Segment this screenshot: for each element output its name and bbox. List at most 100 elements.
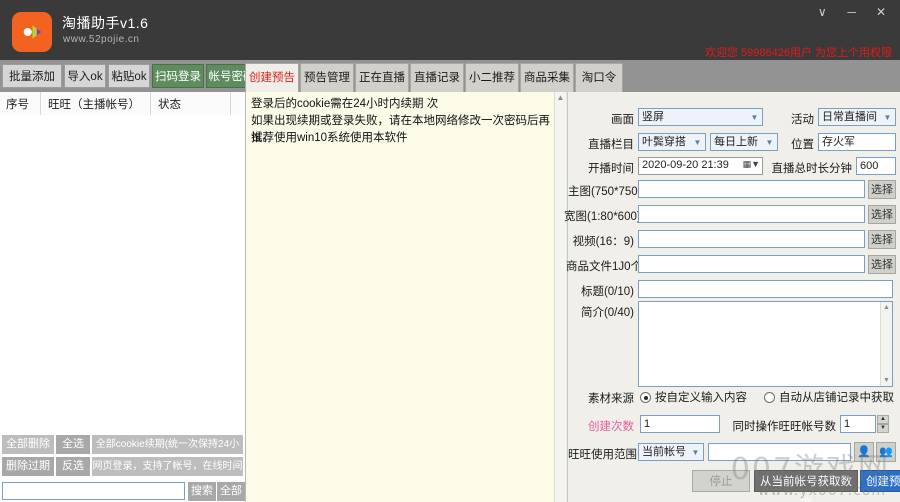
column-index: 序号 bbox=[6, 99, 29, 111]
accounts-table-body[interactable] bbox=[0, 115, 245, 435]
show-all-button[interactable]: 全部 bbox=[217, 482, 245, 501]
radio-unselected-icon bbox=[764, 392, 775, 403]
welcome-notice: 欢迎您 59986426用户 为您上个用权限 bbox=[704, 47, 892, 59]
tab-xiaoer-recommend[interactable]: 小二推荐 bbox=[465, 63, 519, 92]
info-line-3: 推荐使用win10系统使用本软件 bbox=[251, 132, 408, 144]
video-input[interactable] bbox=[638, 230, 865, 248]
create-count-input[interactable]: 1 bbox=[640, 415, 720, 433]
stepper-up-icon[interactable]: ▲ bbox=[877, 415, 889, 424]
duration-input[interactable]: 600 bbox=[856, 157, 896, 175]
video-choose-button[interactable]: 选择 bbox=[868, 230, 896, 249]
goods-file-choose-button[interactable]: 选择 bbox=[868, 255, 896, 274]
start-time-picker[interactable]: 2020-09-20 21:39 ▦▼ bbox=[638, 157, 763, 175]
create-preview-button[interactable]: 创建预告 bbox=[860, 470, 900, 492]
category-value: 叶鬓穿搭 bbox=[642, 136, 686, 148]
radio-selected-icon bbox=[640, 392, 651, 403]
info-panel: 登录后的cookie需在24小时内续期 次 如果出现续期或登录失败，请在本地网络… bbox=[246, 92, 566, 502]
intro-textarea[interactable]: ▲ ▼ bbox=[638, 301, 893, 387]
concurrent-input[interactable]: 1 bbox=[840, 415, 876, 433]
scroll-down-icon[interactable]: ▼ bbox=[881, 375, 892, 386]
tab-preview-manage[interactable]: 预告管理 bbox=[300, 63, 354, 92]
batch-add-button[interactable]: 批量添加ok bbox=[2, 64, 62, 107]
category-label: 直播栏目 bbox=[588, 139, 634, 151]
search-input[interactable] bbox=[2, 482, 185, 500]
activity-value: 日常直播间 bbox=[822, 111, 877, 123]
source-option-custom-label: 按自定义输入内容 bbox=[655, 392, 747, 404]
close-icon[interactable]: ✕ bbox=[868, 2, 894, 22]
concurrent-stepper[interactable]: ▲ ▼ bbox=[877, 415, 889, 433]
screen-label: 画面 bbox=[611, 114, 634, 126]
goods-file-input[interactable] bbox=[638, 255, 865, 273]
toolbar: 批量添加ok 导入ok 粘贴ok 扫码登录 帐号密码登录 创建预告 预告管理 正… bbox=[0, 60, 900, 107]
stop-button[interactable]: 停止 bbox=[692, 470, 750, 492]
category-select-secondary[interactable]: 每日上新 ▼ bbox=[710, 133, 778, 151]
accounts-table-header: 序号 旺旺（主播帐号） 状态 bbox=[0, 92, 245, 116]
screen-select[interactable]: 竖屏 ▼ bbox=[638, 108, 763, 126]
main-image-choose-button[interactable]: 选择 bbox=[868, 180, 896, 199]
ww-scope-label: 旺旺使用范围 bbox=[568, 449, 637, 461]
screen-value: 竖屏 bbox=[642, 111, 664, 123]
app-subtitle-url: www.52pojie.cn bbox=[63, 34, 140, 45]
ww-scope-value: 当前帐号 bbox=[642, 446, 686, 458]
import-button[interactable]: 导入ok bbox=[64, 64, 106, 88]
tab-tao-command[interactable]: 淘口令 bbox=[575, 63, 623, 92]
preview-form-panel: 画面 竖屏 ▼ 活动 日常直播间 ▼ 直播栏目 叶鬓穿搭 ▼ 每日上新 ▼ 位置… bbox=[564, 92, 900, 502]
info-line-1: 登录后的cookie需在24小时内续期 次 bbox=[251, 98, 439, 110]
delete-expired-button[interactable]: 删除过期 bbox=[2, 457, 54, 476]
main-image-input[interactable] bbox=[638, 180, 865, 198]
accounts-search-row: 搜索 全部 bbox=[0, 481, 245, 502]
source-option-auto[interactable]: 自动从店铺记录中获取 bbox=[764, 389, 894, 405]
source-label: 素材来源 bbox=[588, 393, 634, 405]
source-option-custom[interactable]: 按自定义输入内容 bbox=[640, 389, 747, 405]
ww-scope-pick-icon[interactable]: 👥 bbox=[876, 442, 896, 462]
duration-value: 600 bbox=[860, 160, 879, 172]
video-label: 视频(16：9) bbox=[572, 236, 634, 248]
title-label: 标题(0/10) bbox=[580, 286, 634, 298]
scroll-up-icon[interactable]: ▲ bbox=[555, 92, 566, 103]
intro-scrollbar[interactable]: ▲ ▼ bbox=[880, 302, 892, 386]
minimize-icon[interactable]: ─ bbox=[839, 2, 865, 22]
tab-live-records[interactable]: 直播记录 bbox=[410, 63, 464, 92]
title-input[interactable] bbox=[638, 280, 893, 298]
create-count-label: 创建次数 bbox=[588, 421, 634, 433]
wide-image-input[interactable] bbox=[638, 205, 865, 223]
accounts-panel: 序号 旺旺（主播帐号） 状态 全部删除 全选 全部cookie续期(统一次保持2… bbox=[0, 92, 246, 502]
ww-scope-select[interactable]: 当前帐号 ▼ bbox=[638, 443, 704, 461]
tab-goods-collect[interactable]: 商品采集 bbox=[520, 63, 574, 92]
scroll-up-icon[interactable]: ▲ bbox=[881, 302, 892, 313]
column-divider bbox=[150, 92, 151, 115]
web-login-button[interactable]: 网页登录，支持了帐号，在线时间短 bbox=[92, 457, 243, 491]
qr-login-button[interactable]: 扫码登录 bbox=[152, 64, 204, 88]
stepper-down-icon[interactable]: ▼ bbox=[877, 424, 889, 433]
app-window: 淘播助手v1.6 www.52pojie.cn ∨ ─ ✕ 欢迎您 599864… bbox=[0, 0, 900, 502]
concurrent-value: 1 bbox=[844, 418, 851, 430]
chevron-down-icon: ▼ bbox=[693, 138, 702, 147]
select-all-button[interactable]: 全选 bbox=[56, 435, 90, 454]
info-scrollbar[interactable]: ▲ bbox=[554, 92, 566, 502]
paste-button[interactable]: 粘贴ok bbox=[108, 64, 150, 88]
activity-select[interactable]: 日常直播间 ▼ bbox=[818, 108, 896, 126]
category-select-primary[interactable]: 叶鬓穿搭 ▼ bbox=[638, 133, 706, 151]
search-button[interactable]: 搜索 bbox=[188, 482, 216, 501]
main-image-label: 主图(750*750) bbox=[568, 186, 642, 198]
invert-selection-button[interactable]: 反选 bbox=[56, 457, 90, 476]
renew-all-cookies-button[interactable]: 全部cookie续期(统一次保持24小时在线) bbox=[92, 435, 243, 469]
start-time-label: 开播时间 bbox=[588, 163, 634, 175]
wide-image-choose-button[interactable]: 选择 bbox=[868, 205, 896, 224]
goods-file-label: 商品文件1J0个 bbox=[566, 261, 643, 273]
tab-live-now[interactable]: 正在直播 bbox=[355, 63, 409, 92]
start-time-value: 2020-09-20 21:39 bbox=[642, 159, 729, 171]
position-input[interactable]: 存火军 bbox=[818, 133, 896, 151]
tab-create-preview[interactable]: 创建预告 bbox=[245, 63, 299, 93]
chevron-down-icon: ▼ bbox=[883, 113, 892, 122]
ww-scope-extra-input[interactable] bbox=[708, 443, 851, 461]
fetch-from-account-button[interactable]: 从当前帐号获取数据 bbox=[754, 470, 858, 502]
app-title: 淘播助手v1.6 bbox=[62, 15, 149, 31]
wide-image-label: 宽图(1:80*600) bbox=[564, 211, 641, 223]
delete-all-button[interactable]: 全部删除 bbox=[2, 435, 54, 454]
concurrent-label: 同时操作旺旺帐号数 bbox=[732, 421, 837, 433]
activity-label: 活动 bbox=[791, 114, 814, 126]
window-controls: ∨ ─ ✕ bbox=[809, 2, 894, 24]
ww-scope-add-icon[interactable]: 👤 bbox=[854, 442, 874, 462]
chevron-down-icon[interactable]: ∨ bbox=[809, 2, 835, 22]
